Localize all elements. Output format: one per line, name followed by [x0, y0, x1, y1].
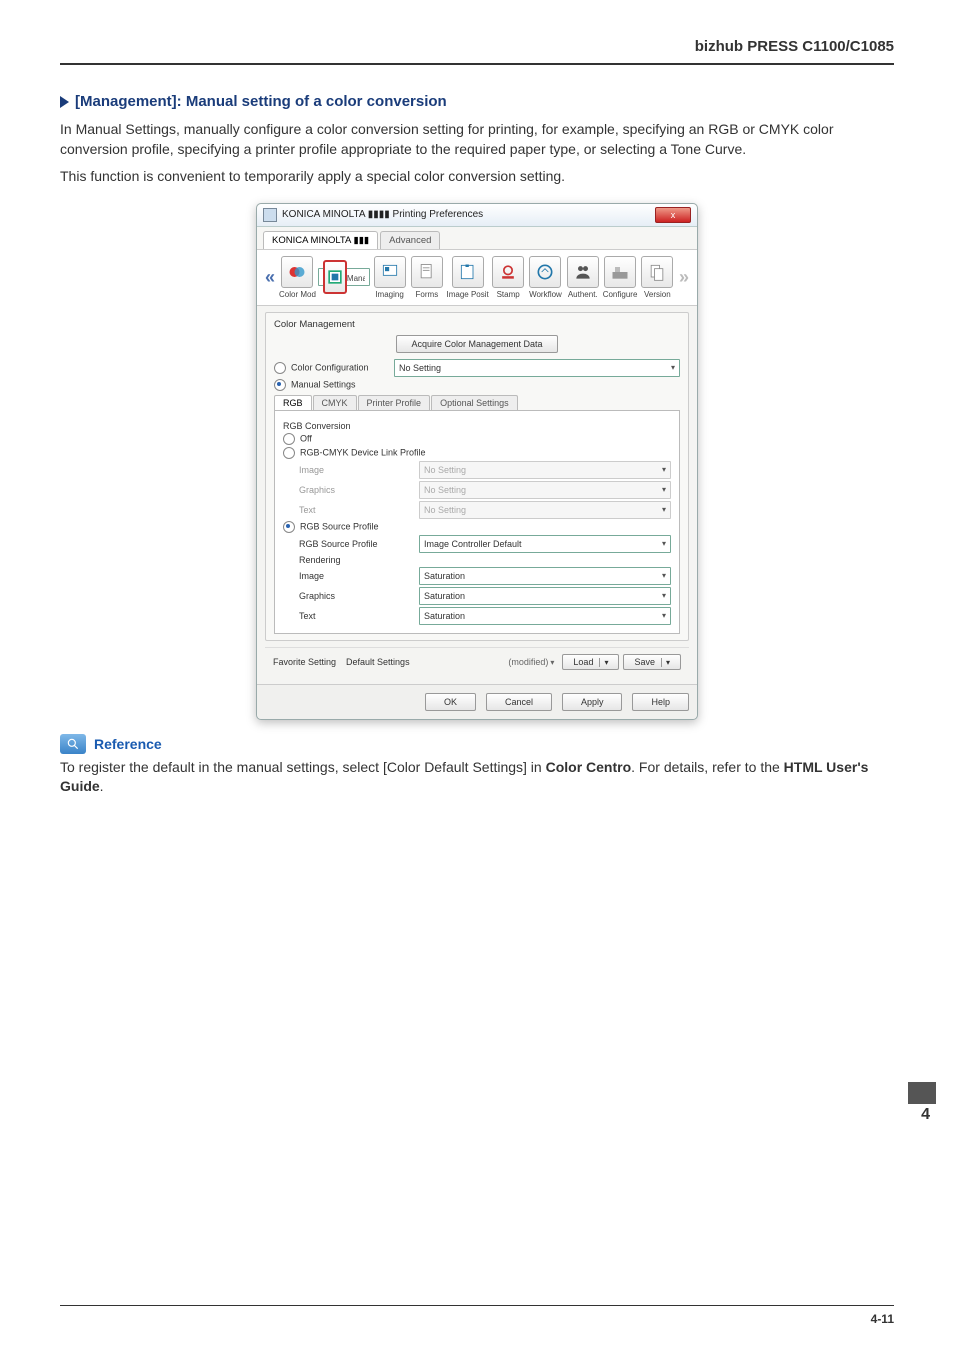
render-text-select[interactable]: Saturation▾ — [419, 607, 671, 625]
iconbar-right-arrow[interactable]: » — [677, 267, 691, 288]
iconbar-label: Workflow — [528, 290, 563, 299]
color-config-select[interactable]: No Setting▾ — [394, 359, 680, 377]
printing-preferences-dialog: KONICA MINOLTA ▮▮▮▮ Printing Preferences… — [256, 203, 698, 720]
dialog-title: KONICA MINOLTA ▮▮▮▮ Printing Preferences — [282, 209, 483, 220]
save-button[interactable]: Save▾ — [623, 654, 681, 670]
acquire-data-button[interactable]: Acquire Color Management Data — [396, 335, 557, 353]
iconbar-version[interactable]: Version — [640, 256, 675, 299]
window-icon — [263, 208, 277, 222]
iconbar-label: Managemen — [347, 274, 365, 283]
iconbar-label: Color Mod — [279, 290, 316, 299]
sub-tab-body: RGB Conversion Off RGB-CMYK Device Link … — [274, 410, 680, 634]
reference-heading: Reference — [60, 734, 894, 754]
src-profile-label: RGB Source Profile — [283, 539, 419, 549]
iconbar-authent[interactable]: Authent. — [565, 256, 600, 299]
src-profile-select[interactable]: Image Controller Default▾ — [419, 535, 671, 553]
sub-tabs: RGB CMYK Printer Profile Optional Settin… — [274, 395, 680, 410]
section-title: [Management]: Manual setting of a color … — [75, 93, 447, 110]
side-chapter-number: 4 — [921, 1106, 930, 1124]
rgb-devlink-radio[interactable]: RGB-CMYK Device Link Profile — [283, 447, 671, 459]
devlink-text-select: No Setting▾ — [419, 501, 671, 519]
rgb-source-profile-radio[interactable]: RGB Source Profile — [283, 521, 671, 533]
render-graphics-label: Graphics — [283, 591, 419, 601]
triangle-bullet-icon — [60, 96, 69, 108]
section-heading: [Management]: Manual setting of a color … — [60, 93, 894, 110]
dialog-buttons: OK Cancel Apply Help — [257, 684, 697, 719]
product-header: bizhub PRESS C1100/C1085 — [60, 38, 894, 55]
iconbar-configure[interactable]: Configure — [602, 256, 637, 299]
render-text-label: Text — [283, 611, 419, 621]
favorite-value: Default Settings — [346, 657, 410, 667]
apply-button[interactable]: Apply — [562, 693, 623, 711]
iconbar-workflow[interactable]: Workflow — [528, 256, 563, 299]
main-tab-konica[interactable]: KONICA MINOLTA ▮▮▮ — [263, 231, 378, 249]
main-tabs: KONICA MINOLTA ▮▮▮ Advanced — [257, 227, 697, 249]
rendering-label: Rendering — [283, 555, 419, 565]
rgb-off-radio[interactable]: Off — [283, 433, 403, 445]
iconbar-label: Configure — [602, 290, 637, 299]
section-paragraph-1: In Manual Settings, manually configure a… — [60, 120, 894, 159]
category-iconbar: « Color Mod Managemen Imaging Forms Imag… — [257, 249, 697, 306]
sub-tab-optional[interactable]: Optional Settings — [431, 395, 518, 410]
close-button[interactable]: x — [655, 207, 691, 223]
reference-body: To register the default in the manual se… — [60, 758, 894, 797]
footer-rule — [60, 1305, 894, 1306]
reference-title: Reference — [94, 736, 162, 752]
iconbar-label: Image Position — [447, 290, 489, 299]
main-tab-advanced[interactable]: Advanced — [380, 231, 440, 249]
iconbar-label: Authent. — [565, 290, 600, 299]
favorite-setting-row: Favorite Setting Default Settings (modif… — [265, 647, 689, 676]
render-image-select[interactable]: Saturation▾ — [419, 567, 671, 585]
iconbar-label: Stamp — [491, 290, 526, 299]
rgb-conversion-head: RGB Conversion — [283, 421, 671, 431]
reference-icon — [60, 734, 86, 754]
iconbar-management[interactable]: Managemen — [318, 268, 370, 286]
devlink-graphics-select: No Setting▾ — [419, 481, 671, 499]
color-config-radio[interactable]: Color Configuration — [274, 362, 394, 374]
iconbar-color-mode[interactable]: Color Mod — [279, 256, 316, 299]
page-number: 4-11 — [871, 1312, 894, 1326]
iconbar-stamp[interactable]: Stamp — [491, 256, 526, 299]
dialog-titlebar: KONICA MINOLTA ▮▮▮▮ Printing Preferences… — [257, 204, 697, 227]
iconbar-label: Forms — [409, 290, 444, 299]
devlink-image-label: Image — [283, 465, 419, 475]
iconbar-label: Version — [640, 290, 675, 299]
iconbar-image-position[interactable]: Image Position — [447, 256, 489, 299]
sub-tab-cmyk[interactable]: CMYK — [313, 395, 357, 410]
color-management-group: Color Management Acquire Color Managemen… — [265, 312, 689, 641]
header-rule — [60, 63, 894, 65]
load-button[interactable]: Load▾ — [562, 654, 619, 670]
color-config-label: Color Configuration — [291, 362, 369, 372]
render-graphics-select[interactable]: Saturation▾ — [419, 587, 671, 605]
sub-tab-printer-profile[interactable]: Printer Profile — [358, 395, 431, 410]
ok-button[interactable]: OK — [425, 693, 476, 711]
manual-settings-radio[interactable]: Manual Settings — [274, 379, 394, 391]
render-image-label: Image — [283, 571, 419, 581]
iconbar-imaging[interactable]: Imaging — [372, 256, 407, 299]
group-title: Color Management — [274, 319, 680, 330]
favorite-label: Favorite Setting — [273, 657, 336, 667]
sub-tab-rgb[interactable]: RGB — [274, 395, 312, 410]
section-paragraph-2: This function is convenient to temporari… — [60, 167, 894, 187]
iconbar-left-arrow[interactable]: « — [263, 267, 277, 288]
help-button[interactable]: Help — [632, 693, 689, 711]
iconbar-label: Imaging — [372, 290, 407, 299]
manual-settings-label: Manual Settings — [291, 379, 356, 389]
side-tab-mark — [908, 1082, 936, 1104]
iconbar-forms[interactable]: Forms — [409, 256, 444, 299]
cancel-button[interactable]: Cancel — [486, 693, 552, 711]
devlink-image-select: No Setting▾ — [419, 461, 671, 479]
devlink-text-label: Text — [283, 505, 419, 515]
favorite-modified-dropdown[interactable]: (modified)▾ — [508, 657, 554, 667]
devlink-graphics-label: Graphics — [283, 485, 419, 495]
